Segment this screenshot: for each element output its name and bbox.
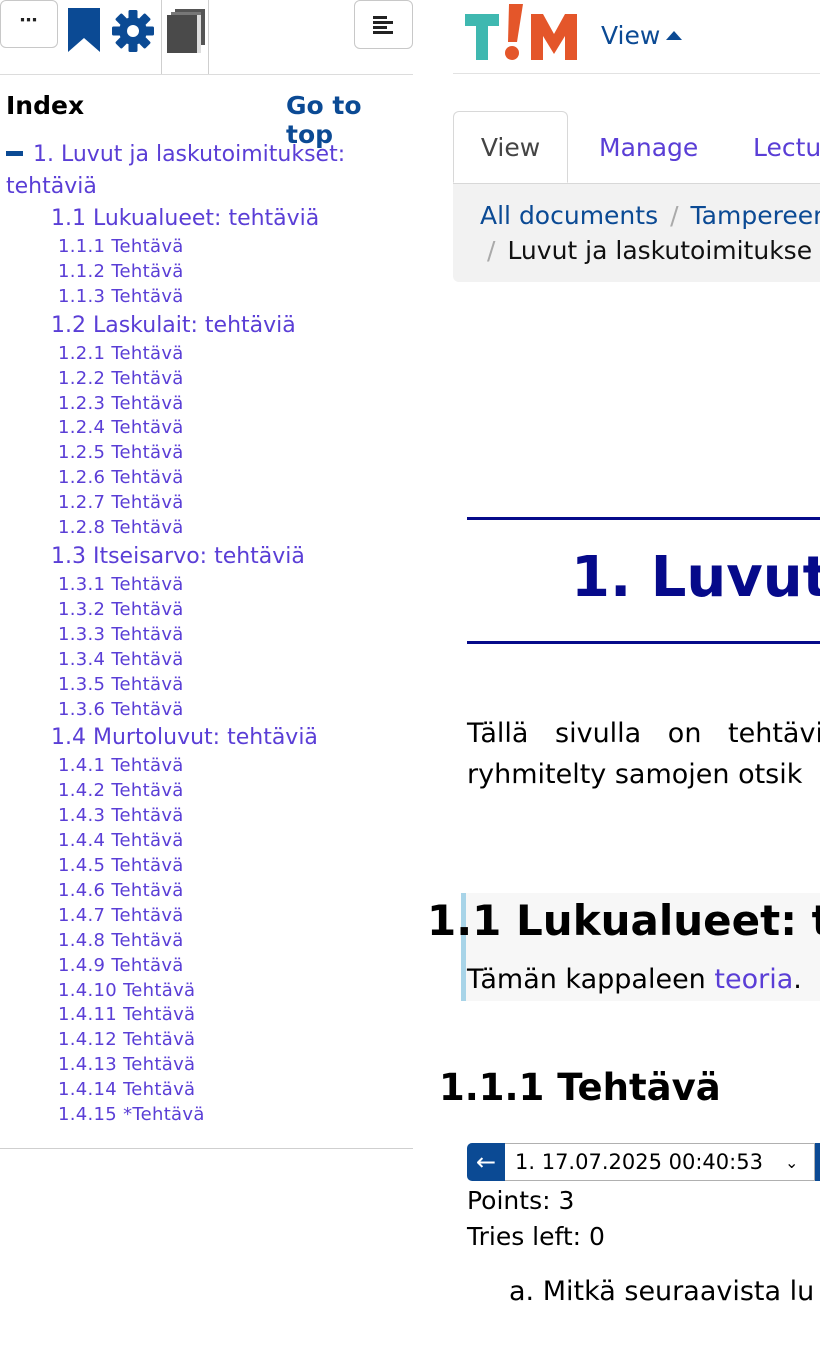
- toc-item[interactable]: 1.3.4 Tehtävä: [58, 648, 413, 673]
- main-panel: View View Manage Lectu All documents / Tam…: [413, 0, 820, 1352]
- table-of-contents: 1. Luvut ja laskutoimitukset: tehtäviä 1…: [0, 139, 413, 1128]
- toc-item[interactable]: 1.4.4 Tehtävä: [58, 829, 413, 854]
- toc-item[interactable]: 1.4.12 Tehtävä: [58, 1028, 413, 1053]
- caret-up-icon: [666, 31, 683, 40]
- toc-item[interactable]: 1.4.10 Tehtävä: [58, 979, 413, 1004]
- breadcrumb-separator: /: [670, 201, 679, 230]
- tim-logo[interactable]: [465, 2, 579, 64]
- breadcrumb-current: Luvut ja laskutoimitukse: [507, 236, 813, 265]
- toc-item[interactable]: 1.4.7 Tehtävä: [58, 904, 413, 929]
- toc-item[interactable]: 1.2.1 Tehtävä: [58, 342, 413, 367]
- collapse-icon[interactable]: [6, 150, 23, 156]
- tab-lecture[interactable]: Lectu: [753, 111, 820, 183]
- toc-item[interactable]: 1.2.4 Tehtävä: [58, 416, 413, 441]
- toc-item[interactable]: 1.4.14 Tehtävä: [58, 1078, 413, 1103]
- theory-link[interactable]: teoria: [714, 964, 793, 995]
- sidebar-divider: [0, 74, 413, 75]
- toc-item[interactable]: 1.4.1 Tehtävä: [58, 754, 413, 779]
- breadcrumb-all-documents[interactable]: All documents: [480, 201, 658, 230]
- breadcrumb-separator: /: [487, 236, 496, 265]
- points-label: Points: 3: [467, 1186, 575, 1215]
- toc-item[interactable]: 1.2.5 Tehtävä: [58, 441, 413, 466]
- gear-icon[interactable]: [112, 10, 154, 52]
- toc-item[interactable]: 1.2.3 Tehtävä: [58, 392, 413, 417]
- answer-browser: ← 1. 17.07.2025 00:40:53 ⌄: [467, 1143, 820, 1183]
- toc-item[interactable]: 1.4.6 Tehtävä: [58, 879, 413, 904]
- toc-item[interactable]: 1.2.6 Tehtävä: [58, 466, 413, 491]
- breadcrumb-folder[interactable]: Tampereen: [691, 201, 820, 230]
- toc-item[interactable]: 1.4.15 *Tehtävä: [58, 1103, 413, 1128]
- toc-item[interactable]: 1.2.2 Tehtävä: [58, 367, 413, 392]
- toc-item[interactable]: 1.4.2 Tehtävä: [58, 779, 413, 804]
- next-answer-button[interactable]: [815, 1143, 820, 1181]
- toc-item[interactable]: 1.1.1 Tehtävä: [58, 235, 413, 260]
- toc-item[interactable]: 1.3.3 Tehtävä: [58, 623, 413, 648]
- chevron-down-icon: ⌄: [784, 1152, 799, 1172]
- book-icon: [167, 9, 205, 53]
- toc-section-1[interactable]: 1.1 Lukualueet: tehtäviä: [51, 203, 413, 235]
- toc-item[interactable]: 1.2.8 Tehtävä: [58, 516, 413, 541]
- more-options-button[interactable]: ⋯: [0, 0, 58, 48]
- tab-manage[interactable]: Manage: [599, 111, 698, 183]
- bookmark-icon[interactable]: [67, 8, 101, 52]
- toc-section-2[interactable]: 1.2 Laskulait: tehtäviä: [51, 310, 413, 342]
- question-text: a. Mitkä seuraavista lu: [509, 1276, 815, 1307]
- breadcrumb: All documents / Tampereen / Luvut ja laskut…: [453, 184, 820, 282]
- toc-section-3[interactable]: 1.3 Itseisarvo: tehtäviä: [51, 541, 413, 573]
- header-divider: [453, 73, 820, 74]
- tries-left-label: Tries left: 0: [467, 1222, 605, 1251]
- toc-item[interactable]: 1.4.13 Tehtävä: [58, 1053, 413, 1078]
- heading-rule-top: [467, 517, 820, 520]
- toc-item[interactable]: 1.4.5 Tehtävä: [58, 854, 413, 879]
- page-title: 1. Luvut: [571, 545, 820, 610]
- toc-item[interactable]: 1.1.2 Tehtävä: [58, 260, 413, 285]
- toc-chapter-1[interactable]: 1. Luvut ja laskutoimitukset: tehtäviä: [6, 139, 396, 203]
- task-heading: 1.1.1 Tehtävä: [439, 1066, 721, 1109]
- section-heading: 1.1 Lukualueet: t: [427, 896, 820, 945]
- intro-paragraph: Tällä sivulla on tehtävia ryhmitelty sam…: [467, 713, 820, 795]
- answer-select[interactable]: 1. 17.07.2025 00:40:53 ⌄: [505, 1143, 815, 1181]
- intro-line: ryhmitelty samojen otsik: [467, 759, 803, 790]
- toc-item[interactable]: 1.3.5 Tehtävä: [58, 673, 413, 698]
- answer-select-value: 1. 17.07.2025 00:40:53: [515, 1150, 763, 1174]
- toc-chapter-label[interactable]: 1. Luvut ja laskutoimitukset: tehtäviä: [6, 142, 345, 199]
- section-text: Tämän kappaleen teoria.: [467, 964, 802, 995]
- section-text-suffix: .: [793, 964, 802, 995]
- toc-section-4[interactable]: 1.4 Murtoluvut: tehtäviä: [51, 722, 413, 754]
- intro-line: Tällä sivulla on tehtävia: [467, 718, 820, 749]
- toc-item[interactable]: 1.3.1 Tehtävä: [58, 573, 413, 598]
- toc-item[interactable]: 1.3.6 Tehtävä: [58, 698, 413, 723]
- toc-item[interactable]: 1.1.3 Tehtävä: [58, 285, 413, 310]
- toc-item[interactable]: 1.4.11 Tehtävä: [58, 1003, 413, 1028]
- toc-item[interactable]: 1.4.9 Tehtävä: [58, 954, 413, 979]
- toc-item[interactable]: 1.3.2 Tehtävä: [58, 598, 413, 623]
- tab-view[interactable]: View: [453, 111, 568, 183]
- toc-item[interactable]: 1.2.7 Tehtävä: [58, 491, 413, 516]
- tab-bar: View Manage Lectu: [453, 111, 820, 184]
- toc-item[interactable]: 1.4.3 Tehtävä: [58, 804, 413, 829]
- index-title: Index: [6, 91, 85, 120]
- sidebar-bottom-divider: [0, 1148, 413, 1149]
- previous-answer-button[interactable]: ←: [467, 1143, 505, 1181]
- heading-rule-bottom: [467, 641, 820, 644]
- section-text-prefix: Tämän kappaleen: [467, 964, 715, 995]
- outline-toggle-button[interactable]: [354, 0, 413, 49]
- toc-item[interactable]: 1.4.8 Tehtävä: [58, 929, 413, 954]
- view-menu[interactable]: View: [601, 21, 683, 50]
- align-left-icon: [372, 15, 393, 34]
- view-menu-label[interactable]: View: [601, 21, 660, 50]
- sidebar: ⋯ Index Go to top 1. Luvut ja laskutoimi…: [0, 0, 413, 1352]
